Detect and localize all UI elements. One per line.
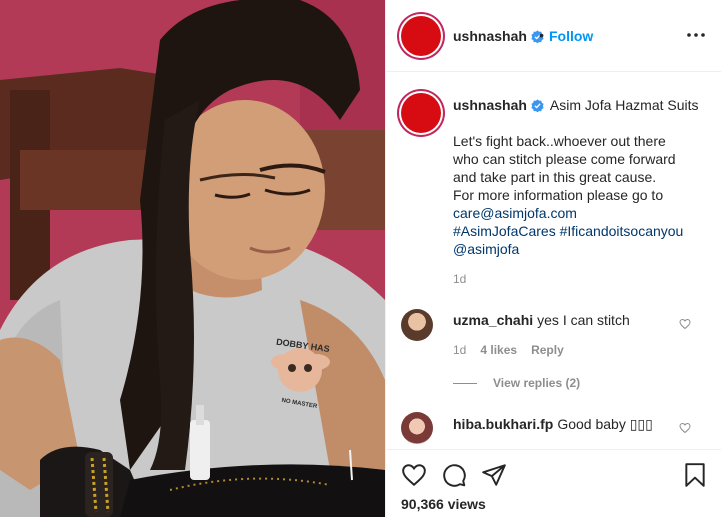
caption-subtitle: Asim Jofa Hazmat Suits — [549, 97, 699, 113]
comment-text: Good baby ▯▯▯ — [557, 416, 653, 432]
commenter-avatar[interactable] — [401, 412, 433, 444]
bookmark-icon[interactable] — [682, 462, 708, 488]
caption-line: For more information please go to — [453, 187, 664, 203]
caption-line: Let's fight back..whoever out there — [453, 133, 666, 149]
commenter-avatar[interactable] — [401, 309, 433, 341]
author-avatar[interactable] — [401, 16, 441, 56]
comment-username[interactable]: uzma_chahi — [453, 312, 533, 328]
comment-meta: 1d 4 likes Reply — [453, 343, 578, 357]
comment-text: yes I can stitch — [537, 312, 630, 328]
caption-timestamp[interactable]: 1d — [453, 272, 466, 286]
share-icon[interactable] — [481, 462, 507, 488]
caption-header: ushnashah Asim Jofa Hazmat Suits — [453, 97, 699, 113]
post-photo[interactable]: DOBBY HAS NO MASTER — [0, 0, 385, 517]
view-replies-label[interactable]: View replies (2) — [493, 376, 580, 390]
hashtag-link[interactable]: #AsimJofaCares — [453, 223, 556, 239]
caption-username[interactable]: ushnashah — [453, 97, 527, 113]
comment-time[interactable]: 1d — [453, 343, 466, 357]
comment-icon[interactable] — [441, 462, 467, 488]
email-link[interactable]: care@asimjofa.com — [453, 204, 703, 222]
action-bar: 90,366 views — [386, 449, 721, 517]
view-count[interactable]: 90,366 views — [401, 496, 486, 512]
more-horizontal-icon[interactable] — [684, 26, 708, 44]
post-header: ushnashah • Follow — [386, 0, 721, 72]
hashtag-link[interactable]: #Ificandoitsocanyou — [560, 223, 684, 239]
view-replies-button[interactable]: View replies (2) — [453, 376, 580, 390]
heart-icon[interactable] — [401, 462, 427, 488]
follow-button[interactable]: Follow — [549, 28, 593, 44]
header-separator: • — [539, 27, 544, 43]
author-username-text[interactable]: ushnashah — [453, 28, 527, 44]
comment: uzma_chahi yes I can stitch — [453, 312, 630, 328]
comment-like-heart-icon[interactable] — [679, 422, 691, 434]
caption-text: Let's fight back..whoever out there who … — [453, 132, 703, 258]
verified-badge-icon — [531, 99, 544, 112]
post-side-panel: ushnashah • Follow ushnashah Asim Jofa Ha… — [385, 0, 721, 517]
reply-button[interactable]: Reply — [531, 343, 564, 357]
replies-divider — [453, 383, 477, 385]
comment-like-heart-icon[interactable] — [679, 318, 691, 330]
caption-avatar[interactable] — [401, 93, 441, 133]
mention-link[interactable]: @asimjofa — [453, 240, 703, 258]
author-username[interactable]: ushnashah — [453, 28, 544, 44]
comment: hiba.bukhari.fp Good baby ▯▯▯ — [453, 416, 653, 433]
comment-likes[interactable]: 4 likes — [480, 343, 517, 357]
caption-line: who can stitch please come forward — [453, 151, 676, 167]
caption-line: and take part in this great cause. — [453, 169, 657, 185]
comment-username[interactable]: hiba.bukhari.fp — [453, 416, 553, 432]
